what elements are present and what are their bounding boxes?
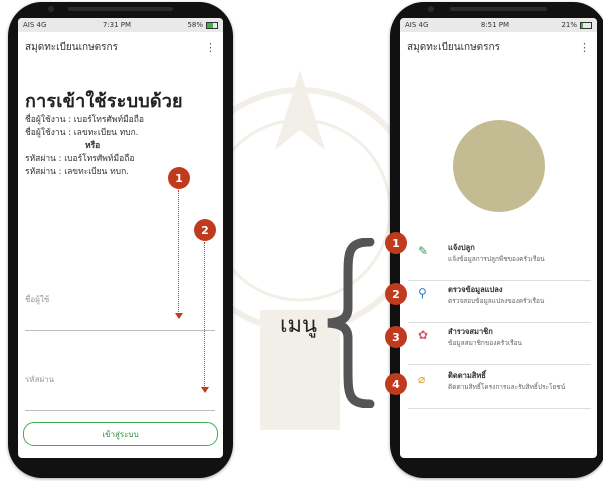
app-title: สมุดทะเบียนเกษตรกร [25, 41, 118, 53]
menu-item-survey-members[interactable]: ✿ สำรวจสมาชิก ข้อมูลสมาชิกของครัวเรือน [408, 324, 591, 365]
login-phone: AIS 4G 7:31 PM 58% สมุดทะเบียนเกษตรกร ⋮ … [8, 2, 233, 478]
menu-item-subtitle: แจ้งข้อมูลการปลูกพืชของครัวเรือน [448, 255, 545, 263]
menu-item-subtitle: ติดตามสิทธิ์โครงการและรับสิทธิ์ประโยชน์ [448, 383, 566, 391]
callout-badge-1: 1 [168, 167, 190, 189]
login-heading: การเข้าใช้ระบบด้วย [25, 91, 183, 112]
info-line: รหัสผ่าน : เลขทะเบียน ทบก. [25, 167, 129, 177]
menu-badge-4: 4 [385, 373, 407, 395]
status-bar: AIS 4G 7:31 PM 58% [18, 18, 223, 32]
callout-badge-2: 2 [194, 219, 216, 241]
menu-badge-3: 3 [385, 326, 407, 348]
time-text: 8:51 PM [480, 21, 510, 29]
search-icon: ⚲ [418, 286, 427, 300]
login-instructions: ชื่อผู้ใช้งาน : เบอร์โทรศัพท์มือถือ ชื่อ… [25, 114, 144, 179]
camera-icon [48, 6, 54, 12]
callout-line-1 [178, 190, 179, 314]
password-field[interactable]: รหัสผ่าน [25, 370, 215, 411]
more-options-icon[interactable]: ⋮ [579, 41, 590, 54]
battery-percent: 58% [187, 21, 203, 29]
callout-line-2 [204, 242, 205, 388]
speaker-grille [68, 7, 173, 11]
menu-item-title: ติดตามสิทธิ์ [448, 371, 486, 380]
info-line: ชื่อผู้ใช้งาน : เลขทะเบียน ทบก. [25, 128, 139, 138]
curly-brace-icon [327, 238, 375, 408]
menu-screen: AIS 4G 8:51 PM 21% สมุดทะเบียนเกษตรกร ⋮ … [400, 18, 597, 458]
callout-arrow-2 [201, 387, 209, 393]
menu-item-report-planting[interactable]: ✎ แจ้งปลูก แจ้งข้อมูลการปลูกพืชของครัวเร… [408, 240, 591, 281]
battery-percent: 21% [561, 21, 577, 29]
battery-icon [580, 21, 592, 29]
time-text: 7:31 PM [102, 21, 132, 29]
menu-item-subtitle: ตรวจสอบข้อมูลแปลงของครัวเรือน [448, 297, 545, 305]
more-options-icon[interactable]: ⋮ [205, 41, 216, 54]
carrier-text: AIS 4G [23, 21, 47, 29]
username-label: ชื่อผู้ใช้ [25, 295, 50, 304]
menu-phone: AIS 4G 8:51 PM 21% สมุดทะเบียนเกษตรกร ⋮ … [390, 2, 603, 478]
status-bar: AIS 4G 8:51 PM 21% [400, 18, 597, 32]
username-field[interactable]: ชื่อผู้ใช้ [25, 290, 215, 331]
avatar[interactable] [453, 120, 545, 212]
menu-label: เมนู [280, 313, 318, 338]
menu-badge-2: 2 [385, 283, 407, 305]
edit-icon: ✎ [418, 244, 429, 258]
callout-arrow-1 [175, 313, 183, 319]
camera-icon [428, 6, 434, 12]
menu-item-track-rights[interactable]: ⌀ ติดตามสิทธิ์ ติดตามสิทธิ์โครงการและรับ… [408, 368, 591, 409]
login-button[interactable]: เข้าสู่ระบบ [23, 422, 218, 446]
carrier-text: AIS 4G [405, 21, 429, 29]
menu-item-title: แจ้งปลูก [448, 243, 475, 252]
menu-item-check-plots[interactable]: ⚲ ตรวจข้อมูลแปลง ตรวจสอบข้อมูลแปลงของครั… [408, 282, 591, 323]
login-screen: AIS 4G 7:31 PM 58% สมุดทะเบียนเกษตรกร ⋮ … [18, 18, 223, 458]
or-text: หรือ [85, 141, 101, 151]
password-input[interactable] [25, 386, 215, 406]
menu-badge-1: 1 [385, 232, 407, 254]
menu-item-title: ตรวจข้อมูลแปลง [448, 285, 503, 294]
info-line: ชื่อผู้ใช้งาน : เบอร์โทรศัพท์มือถือ [25, 115, 145, 125]
speaker-grille [450, 7, 547, 11]
people-icon: ✿ [418, 328, 429, 342]
menu-item-title: สำรวจสมาชิก [448, 327, 493, 336]
info-line: รหัสผ่าน : เบอร์โทรศัพท์มือถือ [25, 154, 135, 164]
app-bar: สมุดทะเบียนเกษตรกร ⋮ [400, 32, 597, 62]
battery-icon [206, 21, 218, 29]
tag-icon: ⌀ [418, 372, 426, 386]
username-input[interactable] [25, 306, 215, 326]
menu-item-subtitle: ข้อมูลสมาชิกของครัวเรือน [448, 339, 522, 347]
app-bar: สมุดทะเบียนเกษตรกร ⋮ [18, 32, 223, 62]
password-label: รหัสผ่าน [25, 375, 55, 384]
app-title: สมุดทะเบียนเกษตรกร [407, 41, 500, 53]
